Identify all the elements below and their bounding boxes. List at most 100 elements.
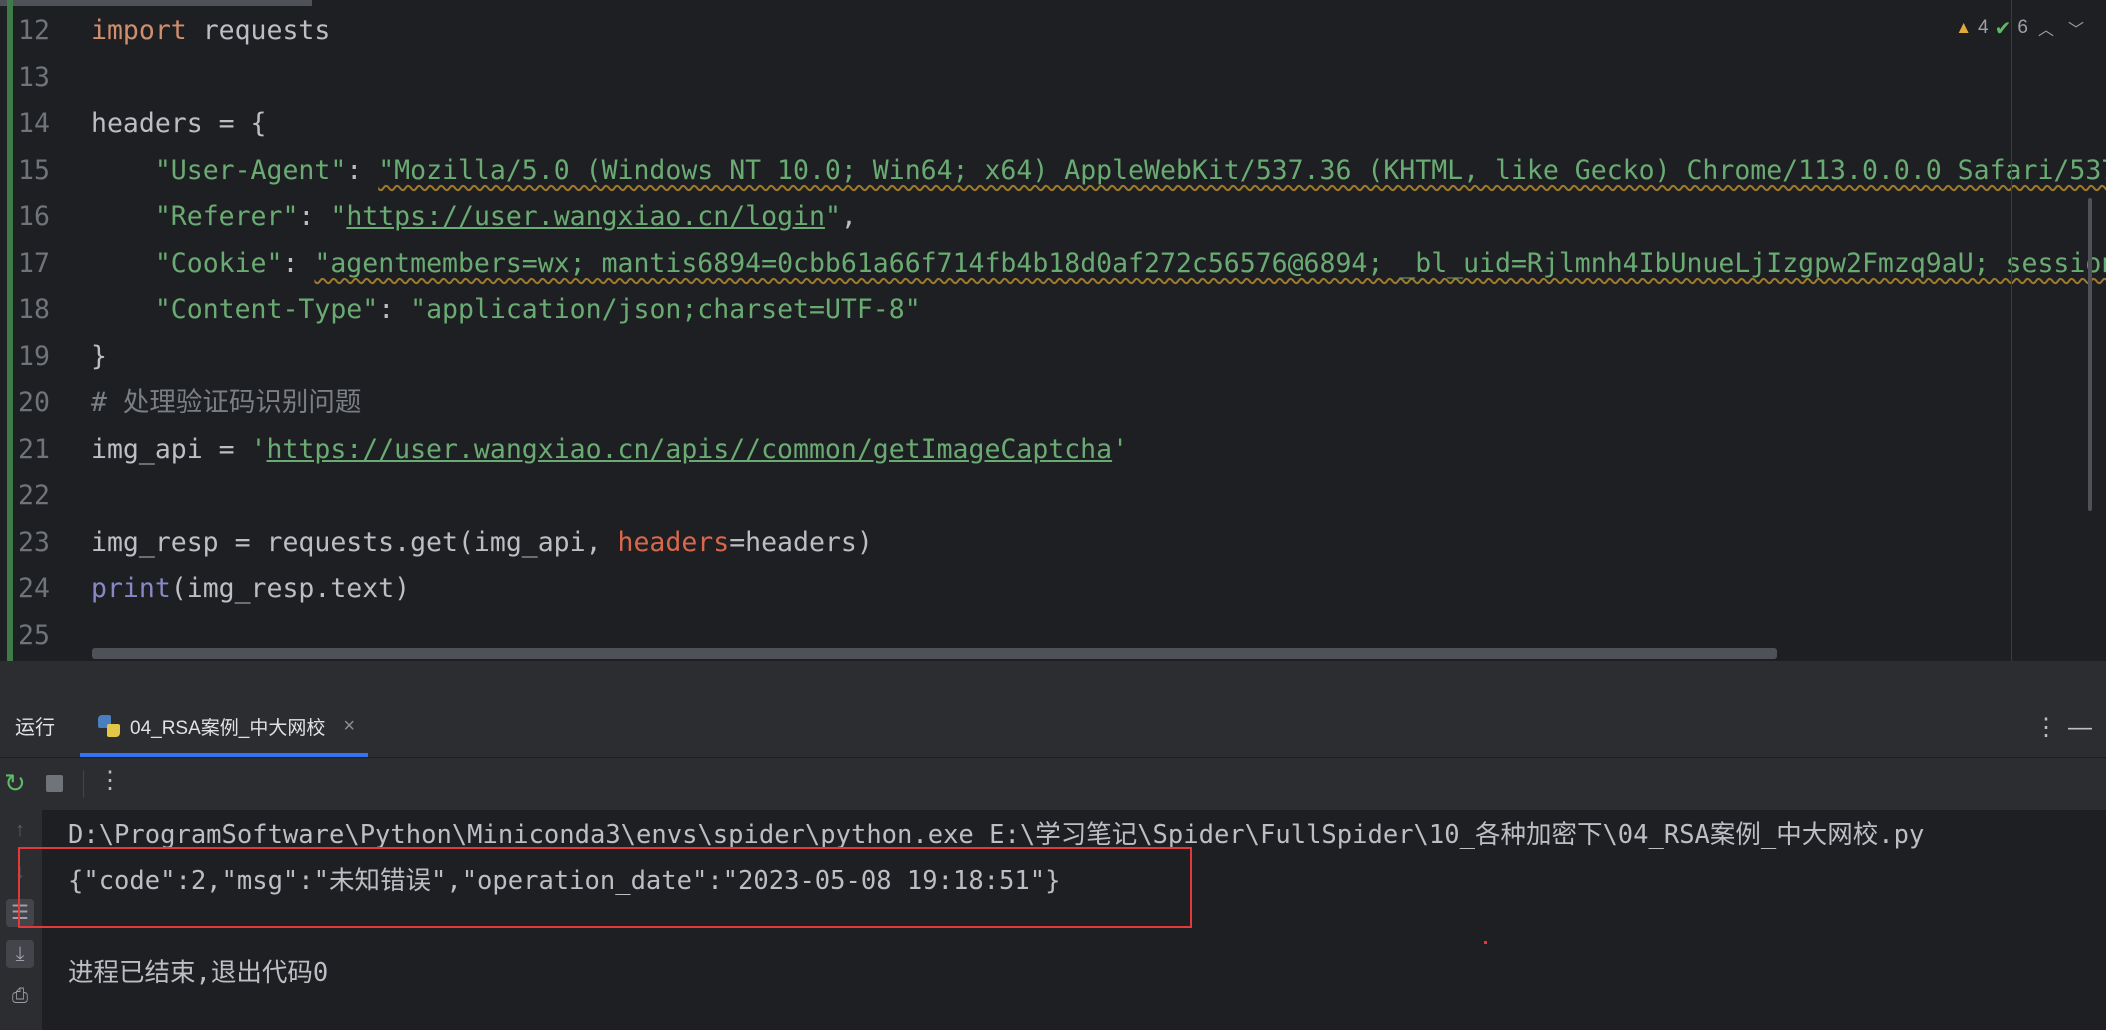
code-line[interactable]: 16 "Referer": "https://user.wangxiao.cn/…: [0, 194, 2106, 241]
code-text[interactable]: "Cookie": "agentmembers=wx; mantis6894=0…: [91, 241, 2106, 288]
more-options-icon[interactable]: ⋮: [2034, 699, 2058, 757]
red-highlight-box: [18, 847, 1192, 928]
code-token: https://user.wangxiao.cn/login: [346, 201, 825, 232]
line-number: 24: [18, 573, 50, 604]
code-editor[interactable]: 12 import requests 13 14 headers = {15 "User…: [0, 0, 2106, 661]
code-text[interactable]: "Content-Type": "application/json;charse…: [91, 287, 921, 334]
vertical-scrollbar[interactable]: [2088, 198, 2092, 511]
code-text[interactable]: # 处理验证码识别问题: [91, 380, 361, 427]
editor-panel-divider[interactable]: [0, 661, 2106, 699]
run-panel-header: 运行 04_RSA案例_中大网校 × ⋮ —: [0, 699, 2106, 758]
line-number: 22: [18, 480, 50, 511]
line-number: 23: [18, 526, 50, 558]
code-token: print: [91, 573, 171, 604]
code-text[interactable]: }: [91, 334, 107, 381]
code-text[interactable]: print(img_resp.text): [91, 566, 410, 613]
run-panel-title: 运行: [15, 717, 55, 739]
stop-icon[interactable]: [46, 775, 63, 792]
code-token: ': [1112, 433, 1129, 465]
line-number: 17: [18, 247, 50, 279]
python-file-icon: [98, 715, 120, 737]
rerun-icon[interactable]: ↻: [4, 768, 26, 799]
code-text[interactable]: headers = {: [91, 101, 267, 148]
tab-label: 04_RSA案例_中大网校: [130, 717, 326, 739]
right-margin-guide: [2011, 0, 2012, 661]
code-token: "application/json;charset=UTF-8": [410, 294, 921, 325]
checkmark-icon: ✔: [1994, 17, 2012, 40]
warnings-count: 4: [1978, 17, 1989, 38]
code-line[interactable]: 19}: [0, 334, 2106, 381]
code-line[interactable]: 21 img_api = 'https://user.wangxiao.cn/ap…: [0, 427, 2106, 474]
code-token: :: [378, 294, 411, 325]
code-line[interactable]: 13: [0, 55, 2106, 102]
line-number: 18: [18, 294, 50, 325]
minimize-icon[interactable]: —: [2068, 699, 2092, 757]
run-toolbar: ↻ ⋮: [0, 758, 2106, 810]
horizontal-scrollbar[interactable]: [92, 648, 1777, 659]
line-number: 20: [18, 387, 50, 418]
code-token: :: [346, 154, 379, 186]
code-token: ": [330, 201, 347, 232]
code-token: "agentmembers=wx; mantis6894=0cbb61a66f7…: [314, 247, 2106, 279]
code-token: (img_resp.text): [170, 573, 411, 604]
line-number: 12: [18, 15, 50, 46]
toolbar-more-icon[interactable]: ⋮: [98, 766, 122, 795]
code-line[interactable]: 12 import requests: [0, 8, 2106, 55]
code-line[interactable]: 15 "User-Agent": "Mozilla/5.0 (Windows N…: [0, 148, 2106, 195]
console-exit-line: 进程已结束,退出代码0: [68, 958, 329, 988]
code-text[interactable]: img_resp = requests.get(img_api, headers…: [91, 520, 873, 567]
code-token: :: [282, 247, 315, 279]
toolbar-separator: [83, 770, 84, 798]
code-token: img_resp = requests.get(img_api,: [91, 526, 618, 558]
chevron-down-icon[interactable]: ﹀: [2064, 16, 2088, 40]
print-icon[interactable]: ⎙: [6, 982, 34, 1010]
code-token: ': [250, 433, 267, 465]
line-number: 15: [18, 154, 50, 186]
code-line[interactable]: 14 headers = {: [0, 101, 2106, 148]
code-line[interactable]: 20 # 处理验证码识别问题: [0, 380, 2106, 427]
code-token: import: [91, 15, 187, 46]
code-token: ,: [840, 201, 857, 232]
line-number: 19: [18, 340, 50, 372]
tab-run-config[interactable]: 04_RSA案例_中大网校 ×: [80, 699, 368, 757]
code-line[interactable]: 18 "Content-Type": "application/json;cha…: [0, 287, 2106, 334]
code-token: "Content-Type": [154, 294, 379, 325]
line-number: 13: [18, 61, 50, 93]
up-arrow-icon[interactable]: ↑: [6, 816, 34, 844]
line-number: 14: [18, 108, 50, 139]
checks-count: 6: [2017, 17, 2028, 38]
warning-triangle-icon: ▲: [1955, 18, 1973, 37]
scroll-to-end-icon[interactable]: ⤓: [6, 940, 34, 968]
code-token: =headers): [729, 526, 873, 558]
code-text[interactable]: "User-Agent": "Mozilla/5.0 (Windows NT 1…: [91, 148, 2106, 195]
line-number: 21: [18, 433, 50, 465]
code-token: ": [824, 201, 841, 232]
code-line[interactable]: 23 img_resp = requests.get(img_api, heade…: [0, 520, 2106, 567]
code-token: :: [298, 201, 331, 232]
code-line[interactable]: 24 print(img_resp.text): [0, 566, 2106, 613]
code-token: "Mozilla/5.0 (Windows NT 10.0; Win64; x6…: [378, 154, 2106, 186]
code-token: "Cookie": [154, 247, 283, 279]
code-text[interactable]: "Referer": "https://user.wangxiao.cn/log…: [91, 194, 857, 241]
code-token: }: [91, 340, 107, 372]
top-scroll-indicator: [0, 0, 312, 6]
code-line[interactable]: 17 "Cookie": "agentmembers=wx; mantis689…: [0, 241, 2106, 288]
inspection-widget[interactable]: ▲ 4 ✔ 6 ︿ ﹀: [1955, 14, 2088, 42]
code-text[interactable]: import requests: [91, 8, 330, 55]
code-token: headers: [617, 526, 730, 558]
code-line[interactable]: 22: [0, 473, 2106, 520]
chevron-up-icon[interactable]: ︿: [2034, 16, 2058, 40]
code-text[interactable]: img_api = 'https://user.wangxiao.cn/apis…: [91, 427, 1128, 474]
code-token: img_api =: [91, 433, 251, 465]
line-number: 25: [18, 619, 50, 651]
code-token: "Referer": [154, 201, 299, 232]
close-icon[interactable]: ×: [343, 715, 355, 738]
code-token: "User-Agent": [154, 154, 347, 186]
code-token: # 处理验证码识别问题: [91, 387, 362, 418]
code-token: requests: [186, 15, 331, 46]
line-number: 16: [18, 201, 50, 232]
